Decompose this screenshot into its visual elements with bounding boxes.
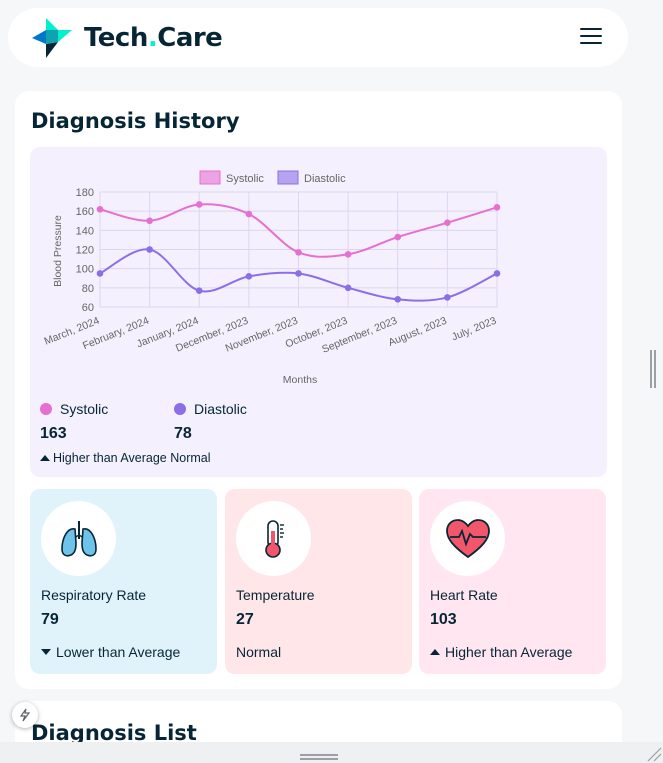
data-point [295,249,302,256]
diastolic-label: Diastolic [194,401,247,417]
vital-card-heart-rate[interactable]: Heart Rate 103 Higher than Average [419,489,606,674]
data-point [394,233,402,241]
vital-value: 79 [41,611,59,628]
diastolic-value: 78 [174,425,192,442]
data-point [96,205,104,213]
vital-card-temperature[interactable]: Temperature 27 Normal [225,489,412,674]
y-tick-label: 160 [76,206,94,218]
data-point [245,273,253,280]
lightning-icon[interactable] [12,702,38,728]
legend-label: Systolic [226,173,264,185]
diastolic-summary: Diastolic 78 [174,401,247,443]
data-point [146,246,153,253]
vital-label: Temperature [236,587,315,603]
data-point [195,287,203,295]
data-point [295,270,302,277]
systolic-label: Systolic [60,401,109,417]
data-point [444,294,451,301]
vital-label: Respiratory Rate [41,587,147,603]
y-axis-label: Blood Pressure [52,215,64,287]
logo-icon [30,16,76,60]
diagnosis-history-card: Diagnosis History 180 160 140 120 100 80 60 Mar… [15,91,622,689]
data-point [493,204,501,211]
side-resize-handle[interactable] [650,350,658,390]
vital-label: Heart Rate [430,587,498,603]
y-tick-label: 80 [82,283,94,295]
data-point [493,270,501,277]
legend-swatch [199,170,221,185]
bp-summary: Systolic 163 Diastolic 78 Higher than Av… [40,401,340,471]
vital-value: 103 [430,611,457,628]
vital-status: Normal [236,644,282,660]
thermometer-icon [236,501,311,576]
y-tick-label: 60 [82,302,94,314]
vital-card-respiratory[interactable]: Respiratory Rate 79 Lower than Average [30,489,217,674]
vital-status: Lower than Average [41,644,180,660]
data-point [344,284,352,292]
data-point [344,250,352,258]
blood-pressure-panel: 180 160 140 120 100 80 60 March, 2024 February, … [30,147,607,477]
legend-swatch [277,170,299,185]
legend-label: Diastolic [304,173,346,185]
diastolic-dot [174,403,186,415]
top-header: Tech.Care [8,8,628,67]
data-point [394,296,402,303]
heart-icon [430,501,505,576]
logo[interactable]: Tech.Care [30,16,223,60]
data-point [96,270,104,277]
y-tick-label: 180 [76,187,94,199]
hamburger-menu-icon[interactable] [580,28,602,46]
data-point [195,201,203,208]
systolic-value: 163 [40,425,67,442]
y-tick-label: 100 [76,264,94,276]
bottom-resize-handle[interactable] [300,754,338,760]
x-tick-label: July, 2023 [450,315,498,344]
brand-name: Tech.Care [84,22,223,53]
bp-note: Higher than Average Normal [40,451,211,465]
arrow-up-icon [430,649,440,655]
vital-value: 27 [236,611,254,628]
diagnosis-history-title: Diagnosis History [31,109,240,133]
arrow-up-icon [40,455,50,461]
blood-pressure-chart: 1801601401201008060March, 2024February, … [43,170,501,386]
x-axis-label: Months [283,374,317,386]
systolic-dot [40,403,52,415]
data-point [245,210,253,218]
data-point [146,217,153,225]
systolic-summary: Systolic 163 [40,401,108,443]
y-tick-label: 120 [76,245,94,257]
y-tick-label: 140 [76,225,94,237]
arrow-down-icon [41,649,51,655]
vital-status: Higher than Average [430,644,572,660]
data-point [444,219,451,226]
resize-corner-icon[interactable] [646,746,662,762]
lungs-icon [41,501,116,576]
